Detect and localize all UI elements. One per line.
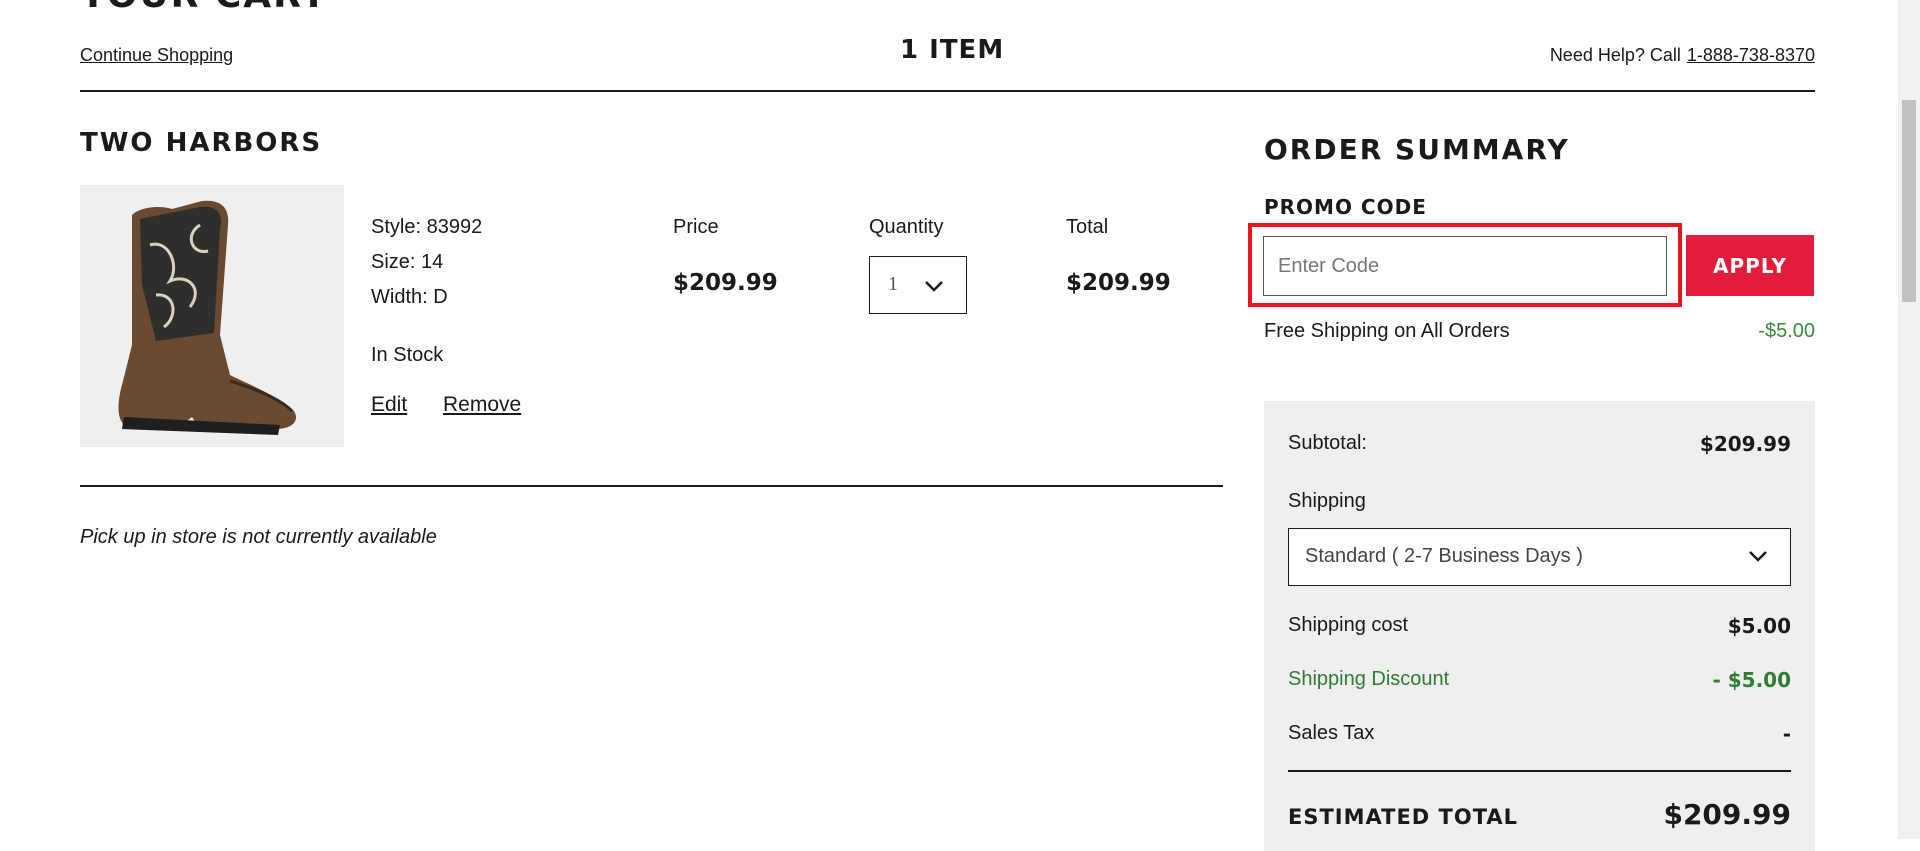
- cart-item-count: 1 ITEM: [900, 35, 1005, 65]
- shipping-cost-value: $5.00: [1727, 614, 1791, 638]
- price-label: Price: [673, 216, 719, 238]
- sales-tax-value: -: [1782, 722, 1791, 746]
- chevron-down-icon: [1748, 549, 1768, 568]
- help-contact: Need Help? Call 1-888-738-8370: [1550, 45, 1815, 66]
- product-name: TWO HARBORS: [80, 128, 323, 158]
- promo-code-input[interactable]: [1263, 236, 1667, 296]
- pickup-note: Pick up in store is not currently availa…: [80, 526, 437, 548]
- quantity-select[interactable]: 1: [869, 256, 967, 314]
- subtotal-label: Subtotal:: [1288, 432, 1367, 454]
- item-price: $209.99: [673, 270, 778, 296]
- item-style: Style: 83992: [371, 216, 483, 238]
- order-summary-title: ORDER SUMMARY: [1264, 133, 1570, 166]
- shipping-discount-label: Shipping Discount: [1288, 668, 1450, 690]
- boot-product-image[interactable]: [80, 185, 344, 447]
- page-scrollbar[interactable]: [1898, 0, 1920, 839]
- quantity-value: 1: [888, 273, 898, 295]
- shipping-method-select[interactable]: Standard ( 2-7 Business Days ): [1288, 528, 1791, 586]
- free-shipping-value: -$5.00: [1758, 320, 1815, 342]
- help-text: Need Help? Call: [1549, 45, 1681, 65]
- total-label: Total: [1066, 216, 1109, 238]
- help-phone-link[interactable]: 1-888-738-8370: [1687, 45, 1815, 65]
- shipping-discount-value: - $5.00: [1712, 668, 1791, 692]
- shipping-method-value: Standard ( 2-7 Business Days ): [1305, 545, 1583, 567]
- summary-divider: [1288, 770, 1791, 772]
- shipping-label: Shipping: [1288, 490, 1366, 512]
- item-size: Size: 14: [371, 251, 444, 273]
- edit-item-link[interactable]: Edit: [371, 393, 407, 417]
- item-total: $209.99: [1066, 270, 1171, 296]
- item-divider: [80, 485, 1223, 487]
- estimated-total-value: $209.99: [1663, 798, 1791, 831]
- promo-code-label: PROMO CODE: [1264, 195, 1427, 219]
- chevron-down-icon: [924, 279, 944, 298]
- subtotal-value: $209.99: [1699, 432, 1791, 456]
- continue-shopping-link[interactable]: Continue Shopping: [80, 45, 233, 66]
- sales-tax-label: Sales Tax: [1288, 722, 1375, 744]
- quantity-label: Quantity: [869, 216, 944, 238]
- estimated-total-label: ESTIMATED TOTAL: [1288, 805, 1519, 829]
- remove-item-link[interactable]: Remove: [443, 393, 521, 417]
- shipping-cost-label: Shipping cost: [1288, 614, 1409, 636]
- stock-status: In Stock: [371, 344, 444, 366]
- page-title: YOUR CART: [80, 0, 328, 14]
- item-width: Width: D: [371, 286, 448, 308]
- free-shipping-label: Free Shipping on All Orders: [1264, 320, 1510, 342]
- scrollbar-thumb[interactable]: [1902, 100, 1916, 302]
- header-divider: [80, 90, 1815, 92]
- apply-promo-button[interactable]: APPLY: [1686, 235, 1814, 296]
